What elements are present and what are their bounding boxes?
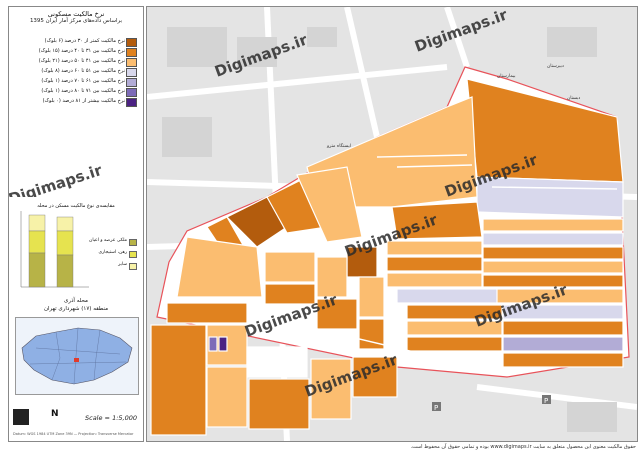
legend-item: نرخ مالکیت بین ۴۱ تا ۵۰ درصد (۲۱ بلوک) xyxy=(13,57,139,67)
legend-label: نرخ مالکیت بین ۶۱ تا ۷۰ درصد (۱ بلوک) xyxy=(41,78,125,84)
legend-item: نرخ مالکیت بین ۶۱ تا ۷۰ درصد (۱ بلوک) xyxy=(13,77,139,87)
legend-label: نرخ مالکیت بین ۳۱ تا ۴۰ درصد (۱۵ بلوک) xyxy=(38,48,125,54)
map-label: ایستگاه مترو xyxy=(326,142,351,149)
bar-key-label: سایر xyxy=(118,262,127,267)
copyright-footer: حقوق مالکیت معنوی این محصول متعلق به سای… xyxy=(410,444,636,450)
north-arrow-icon: N xyxy=(51,409,59,419)
legend-swatch xyxy=(126,48,137,57)
projection-credit: Datum: WGS 1984 UTM Zone 39N — Projectio… xyxy=(13,432,134,436)
svg-text:P: P xyxy=(434,404,438,412)
map-label: دبستان xyxy=(567,96,580,101)
svg-text:Digimaps.ir: Digimaps.ir xyxy=(9,161,105,197)
legend-swatch xyxy=(126,98,137,107)
inset-title: محله آذری منطقه (۱۷) شهرداری تهران xyxy=(13,297,139,313)
watermark: Digimaps.ir xyxy=(9,161,105,197)
bar-key-swatch xyxy=(129,263,137,270)
legend-item: نرخ مالکیت کمتر از ۳۰ درصد (۶ بلوک) xyxy=(13,37,139,47)
inset-locator-map xyxy=(15,317,139,395)
bar-key-swatch xyxy=(129,239,137,246)
legend-title: نرخ مالکیت مسکونی xyxy=(47,10,105,18)
legend-subtitle: براساس داده‌های مرکز آمار ایران 1395 xyxy=(29,18,123,24)
parking-icon: P xyxy=(432,402,441,412)
locator-marker xyxy=(74,358,79,362)
map-sheet: نرخ مالکیت مسکونی براساس داده‌های مرکز آ… xyxy=(0,0,643,461)
legend-swatch xyxy=(126,38,137,47)
legend-label: نرخ مالکیت بین ۵۱ تا ۶۰ درصد (۸ بلوک) xyxy=(41,68,125,74)
parking-icon: P xyxy=(542,395,551,405)
legend-item: نرخ مالکیت بین ۳۱ تا ۴۰ درصد (۱۵ بلوک) xyxy=(13,47,139,57)
north-label: N xyxy=(51,409,59,419)
qr-code xyxy=(13,409,29,425)
bar-chart-title: مقایسه‌ی نوع مالکیت مسکن در محله xyxy=(37,203,115,209)
legend-label: نرخ مالکیت کمتر از ۳۰ درصد (۶ بلوک) xyxy=(44,38,125,44)
legend-label: نرخ مالکیت بیشتر از ۸۱ درصد (۰ بلوک) xyxy=(42,98,125,104)
bar-key-swatch xyxy=(129,251,137,258)
scale-label: Scale = 1:5,000 xyxy=(85,414,137,422)
map-label: دبیرستان xyxy=(547,64,564,69)
main-map: ایستگاه مترو دبیرستان بیمارستان دبستان P… xyxy=(146,6,638,442)
legend-item: نرخ مالکیت بیشتر از ۸۱ درصد (۰ بلوک) xyxy=(13,97,139,107)
legend-swatch xyxy=(126,78,137,87)
legend-panel: نرخ مالکیت مسکونی براساس داده‌های مرکز آ… xyxy=(8,6,144,442)
legend-label: نرخ مالکیت بین ۴۱ تا ۵۰ درصد (۲۱ بلوک) xyxy=(38,58,125,64)
legend-swatch xyxy=(126,68,137,77)
svg-text:P: P xyxy=(544,397,548,405)
legend-swatch xyxy=(126,88,137,97)
bar-key-label: رهن، استیجاری xyxy=(98,250,127,255)
legend-swatch xyxy=(126,58,137,67)
bar-key-label: ملکی عرصه و اعیان xyxy=(89,238,127,243)
district-name: منطقه (۱۷) شهرداری تهران xyxy=(43,306,109,312)
legend-item: نرخ مالکیت بین ۵۱ تا ۶۰ درصد (۸ بلوک) xyxy=(13,67,139,77)
legend-item: نرخ مالکیت بین ۷۱ تا ۸۰ درصد (۱ بلوک) xyxy=(13,87,139,97)
neighborhood-name: محله آذری xyxy=(64,298,88,304)
legend-label: نرخ مالکیت بین ۷۱ تا ۸۰ درصد (۱ بلوک) xyxy=(41,88,125,94)
map-label: بیمارستان xyxy=(497,74,516,79)
